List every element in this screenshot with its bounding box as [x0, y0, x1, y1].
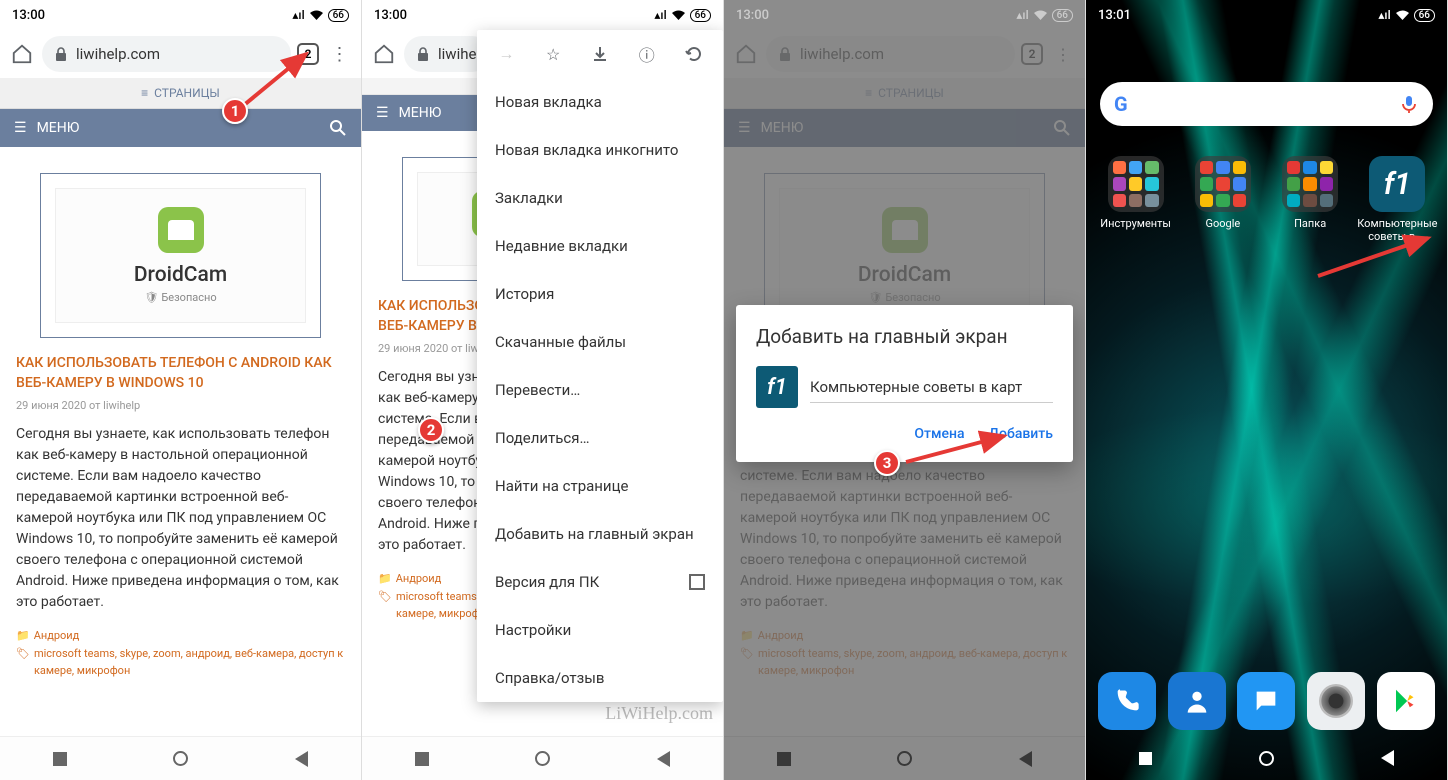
tags[interactable]: 📁 Андроид 🏷 microsoft teams, skype, zoom… — [16, 627, 345, 680]
folder-tools[interactable]: Инструменты — [1095, 156, 1177, 243]
nav-back[interactable] — [295, 751, 308, 767]
menu-bookmarks[interactable]: Закладки — [477, 174, 723, 222]
dock — [1086, 672, 1447, 730]
menu-downloads[interactable]: Скачанные файлы — [477, 318, 723, 366]
home-icon[interactable] — [370, 40, 398, 68]
forward-icon[interactable]: → — [492, 40, 520, 68]
menu-incognito[interactable]: Новая вкладка инкогнито — [477, 126, 723, 174]
panel-1: 13:00 ▴ıl 66 liwihelp.com 2 ⋮ ≡ СТРАНИЦЫ… — [0, 0, 362, 780]
menu-add-home[interactable]: Добавить на главный экран — [477, 510, 723, 558]
app-row: Инструменты Google Папка f1 Компьютерные… — [1086, 156, 1447, 243]
checkbox-icon[interactable] — [689, 574, 705, 590]
nav-recent[interactable] — [53, 752, 67, 766]
status-icons: ▴ıl 66 — [1378, 8, 1435, 22]
download-icon[interactable] — [586, 40, 614, 68]
wifi-icon — [309, 9, 324, 21]
panel-4: 13:01 ▴ıl 66 G Инструменты Google Папка … — [1086, 0, 1448, 780]
mic-icon[interactable] — [1399, 94, 1419, 114]
tab-count[interactable]: 2 — [297, 43, 319, 65]
safe-badge: 🛡 Безопасно — [66, 291, 295, 304]
address-bar[interactable]: liwihelp.com — [42, 36, 291, 72]
nav-bar — [0, 736, 361, 780]
f1-icon: f1 — [1369, 156, 1425, 212]
menu-settings[interactable]: Настройки — [477, 606, 723, 654]
folder-misc[interactable]: Папка — [1269, 156, 1351, 243]
article-meta: 29 июня 2020 от liwihelp — [16, 399, 345, 412]
reload-icon[interactable] — [680, 40, 708, 68]
camera-app[interactable] — [1307, 672, 1365, 730]
signal-icon: ▴ıl — [292, 8, 304, 22]
menu-translate[interactable]: Перевести… — [477, 366, 723, 414]
menu-icon[interactable]: ⋮ — [325, 40, 353, 68]
lock-icon — [54, 47, 68, 61]
status-icons: ▴ıl 66 — [292, 8, 349, 22]
folder-google[interactable]: Google — [1182, 156, 1264, 243]
nav-bar — [362, 736, 723, 780]
lock-icon — [416, 47, 430, 61]
phone-app[interactable] — [1098, 672, 1156, 730]
menu-history[interactable]: История — [477, 270, 723, 318]
nav-back[interactable] — [1381, 750, 1394, 766]
modal-title: Добавить на главный экран — [756, 325, 1053, 348]
nav-recent[interactable] — [1139, 752, 1152, 765]
chrome-toolbar: liwihelp.com 2 ⋮ — [0, 30, 361, 78]
status-bar: 13:00 ▴ıl 66 — [724, 0, 1085, 30]
nav-home[interactable] — [173, 751, 188, 766]
clock: 13:00 — [12, 8, 45, 23]
site-menu-bar[interactable]: ☰МЕНЮ — [0, 109, 361, 147]
status-bar: 13:00 ▴ıl 66 — [362, 0, 723, 30]
callout-1: 1 — [222, 98, 248, 124]
menu-desktop[interactable]: Версия для ПК — [477, 558, 723, 606]
menu-find[interactable]: Найти на странице — [477, 462, 723, 510]
nav-home[interactable] — [1259, 751, 1274, 766]
watermark: LiWiHelp.com — [605, 703, 713, 724]
play-store-app[interactable] — [1377, 672, 1435, 730]
clock: 13:00 — [374, 8, 407, 23]
shortcut-site[interactable]: f1 Компьютерные советы в ... — [1356, 156, 1438, 243]
clock: 13:00 — [736, 8, 769, 23]
status-bar: 13:01 ▴ıl 66 — [1086, 0, 1447, 30]
nav-recent[interactable] — [415, 752, 429, 766]
search-icon[interactable] — [329, 119, 347, 137]
home-icon[interactable] — [8, 40, 36, 68]
page-content: DroidCam 🛡 Безопасно КАК ИСПОЛЬЗОВАТЬ ТЕ… — [0, 147, 361, 707]
nav-home[interactable] — [535, 751, 550, 766]
chrome-menu: → ☆ ⓘ Новая вкладка Новая вкладка инкогн… — [477, 30, 723, 702]
status-icons: ▴ıl 66 — [654, 8, 711, 22]
add-home-modal: Добавить на главный экран f1 Компьютерны… — [736, 305, 1073, 462]
article-body: Сегодня вы узнаете, как использовать тел… — [16, 424, 345, 613]
article-card[interactable]: DroidCam 🛡 Безопасно — [40, 173, 321, 338]
add-button[interactable]: Добавить — [989, 426, 1053, 442]
menu-recent[interactable]: Недавние вкладки — [477, 222, 723, 270]
callout-2: 2 — [418, 417, 444, 443]
star-icon[interactable]: ☆ — [539, 40, 567, 68]
url-text: liwihelp.com — [76, 45, 160, 63]
messages-app[interactable] — [1237, 672, 1295, 730]
panel-3: 13:00 ▴ıl 66 liwihelp.com 2 ⋮ ≡ СТРАНИЦЫ… — [724, 0, 1086, 780]
contacts-app[interactable] — [1168, 672, 1226, 730]
cancel-button[interactable]: Отмена — [914, 426, 964, 442]
menu-new-tab[interactable]: Новая вкладка — [477, 78, 723, 126]
status-bar: 13:00 ▴ıl 66 — [0, 0, 361, 30]
google-icon: G — [1114, 92, 1128, 116]
nav-back[interactable] — [657, 751, 670, 767]
menu-share[interactable]: Поделиться… — [477, 414, 723, 462]
info-icon[interactable]: ⓘ — [633, 40, 661, 68]
status-icons: ▴ıl 66 — [1016, 8, 1073, 22]
article-title[interactable]: КАК ИСПОЛЬЗОВАТЬ ТЕЛЕФОН С ANDROID КАК В… — [16, 354, 345, 393]
callout-3: 3 — [874, 450, 900, 476]
battery-icon: 66 — [328, 9, 349, 22]
site-pages-bar[interactable]: ≡ СТРАНИЦЫ — [0, 78, 361, 109]
nav-bar — [1086, 736, 1447, 780]
panel-2: 13:00 ▴ıl 66 liwihelp.com ☰ МЕНЮ КАК ИСП… — [362, 0, 724, 780]
menu-help[interactable]: Справка/отзыв — [477, 654, 723, 702]
clock: 13:01 — [1098, 8, 1131, 23]
hamburger-icon: ☰ — [14, 120, 27, 136]
shortcut-name-input[interactable]: Компьютерные советы в карт — [810, 372, 1053, 403]
homescreen[interactable]: 13:01 ▴ıl 66 G Инструменты Google Папка … — [1086, 0, 1447, 780]
google-search[interactable]: G — [1100, 82, 1433, 126]
site-icon: f1 — [756, 366, 798, 408]
droidcam-icon — [158, 207, 204, 253]
card-title: DroidCam — [66, 263, 295, 287]
